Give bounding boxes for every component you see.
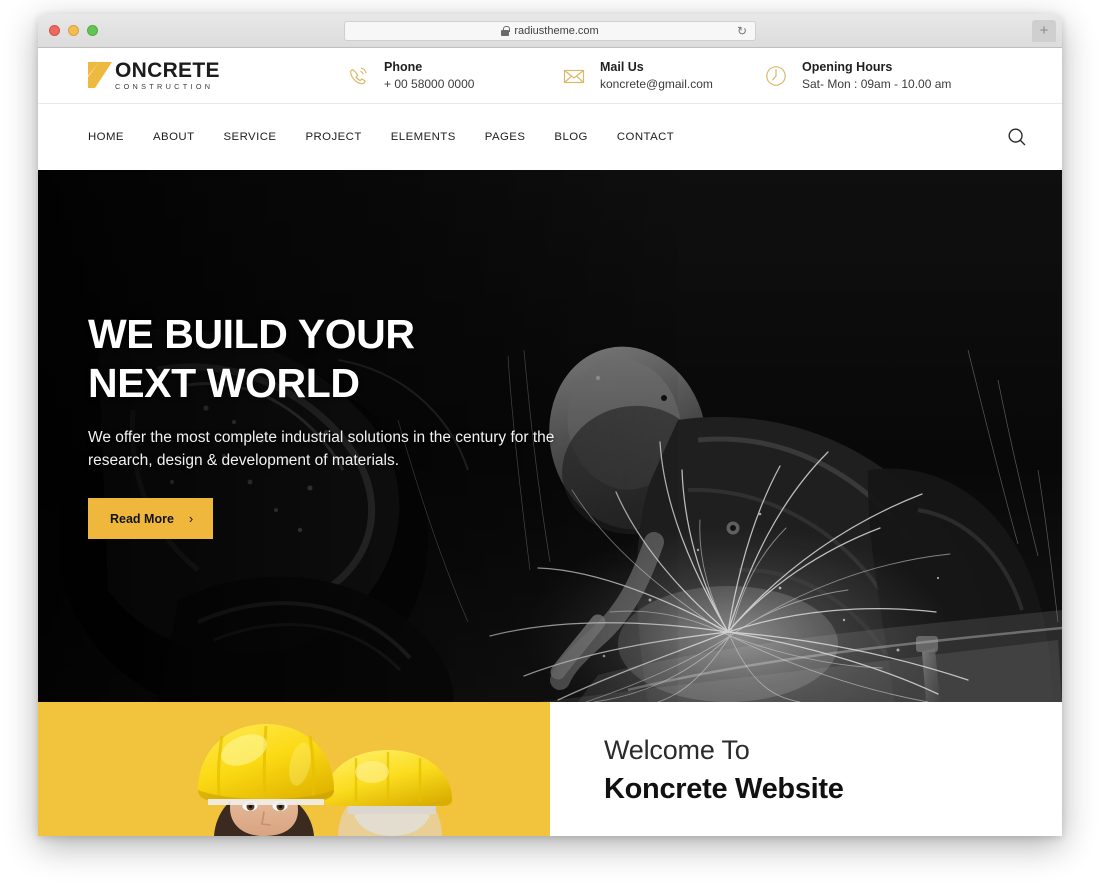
contact-hours-text: Opening Hours Sat- Mon : 09am - 10.00 am (802, 59, 951, 92)
close-window-button[interactable] (49, 25, 60, 36)
reload-icon[interactable]: ↻ (737, 25, 747, 37)
nav-item-service[interactable]: SERVICE (223, 131, 276, 143)
url-text: radiustheme.com (514, 24, 599, 37)
hero-title-line-1: WE BUILD YOUR (88, 311, 415, 357)
header-contact-items: Phone + 00 58000 0000 Mail Us koncrete@g… (344, 59, 1028, 92)
phone-icon (344, 62, 372, 90)
nav-item-about[interactable]: ABOUT (153, 131, 195, 143)
hero-subtitle: We offer the most complete industrial so… (88, 428, 555, 469)
site-header-topbar: ONCRETE CONSTRUCTION Phone + 00 58000 00… (38, 48, 1062, 104)
contact-item-hours[interactable]: Opening Hours Sat- Mon : 09am - 10.00 am (762, 59, 951, 92)
maximize-window-button[interactable] (87, 25, 98, 36)
mail-icon (560, 62, 588, 90)
nav-link-list: HOME ABOUT SERVICE PROJECT ELEMENTS PAGE… (88, 131, 1006, 143)
read-more-label: Read More (110, 511, 174, 526)
logo-text: ONCRETE CONSTRUCTION (115, 60, 220, 90)
site-logo[interactable]: ONCRETE CONSTRUCTION (86, 60, 344, 91)
search-icon[interactable] (1006, 126, 1028, 148)
nav-item-elements[interactable]: ELEMENTS (391, 131, 456, 143)
window-controls (49, 25, 98, 36)
logo-k-icon (86, 61, 114, 89)
nav-item-pages[interactable]: PAGES (485, 131, 526, 143)
read-more-button[interactable]: Read More › (88, 498, 214, 540)
browser-window: radiustheme.com ↻ + ONCRETE CONSTRUCTION (38, 14, 1062, 836)
contact-mail-text: Mail Us koncrete@gmail.com (600, 59, 713, 92)
new-tab-button[interactable]: + (1032, 20, 1056, 42)
nav-item-blog[interactable]: BLOG (554, 131, 587, 143)
hero-banner: WE BUILD YOUR NEXT WORLD We offer the mo… (38, 170, 1062, 702)
contact-item-mail[interactable]: Mail Us koncrete@gmail.com (560, 59, 762, 92)
contact-phone-label: Phone (384, 59, 423, 74)
hero-content: WE BUILD YOUR NEXT WORLD We offer the mo… (88, 310, 610, 540)
logo-tagline: CONSTRUCTION (115, 82, 214, 92)
contact-mail-label: Mail Us (600, 59, 644, 74)
welcome-heading: Koncrete Website (604, 772, 844, 805)
welcome-image-panel (38, 702, 550, 836)
hero-title: WE BUILD YOUR NEXT WORLD (88, 310, 610, 408)
browser-toolbar: radiustheme.com ↻ + (38, 14, 1062, 48)
minimize-window-button[interactable] (68, 25, 79, 36)
logo-name: ONCRETE (115, 59, 220, 83)
hero-title-line-2: NEXT WORLD (88, 359, 360, 406)
welcome-section: Welcome To Koncrete Website (38, 702, 1062, 836)
contact-item-phone[interactable]: Phone + 00 58000 0000 (344, 59, 560, 92)
clock-icon (762, 62, 790, 90)
contact-mail-value: koncrete@gmail.com (600, 76, 713, 91)
nav-item-project[interactable]: PROJECT (305, 131, 361, 143)
welcome-text-panel: Welcome To Koncrete Website (550, 702, 1062, 836)
web-page: ONCRETE CONSTRUCTION Phone + 00 58000 00… (38, 48, 1062, 836)
chevron-right-icon: › (188, 511, 194, 527)
contact-phone-value: + 00 58000 0000 (384, 76, 475, 91)
address-bar[interactable]: radiustheme.com ↻ (344, 20, 756, 41)
contact-phone-text: Phone + 00 58000 0000 (384, 59, 474, 92)
welcome-eyebrow: Welcome To (604, 735, 750, 765)
main-navigation: HOME ABOUT SERVICE PROJECT ELEMENTS PAGE… (38, 104, 1062, 170)
nav-item-home[interactable]: HOME (88, 131, 124, 143)
lock-icon (501, 25, 510, 36)
contact-hours-value: Sat- Mon : 09am - 10.00 am (802, 76, 952, 91)
contact-hours-label: Opening Hours (802, 59, 893, 74)
nav-item-contact[interactable]: CONTACT (617, 131, 674, 143)
